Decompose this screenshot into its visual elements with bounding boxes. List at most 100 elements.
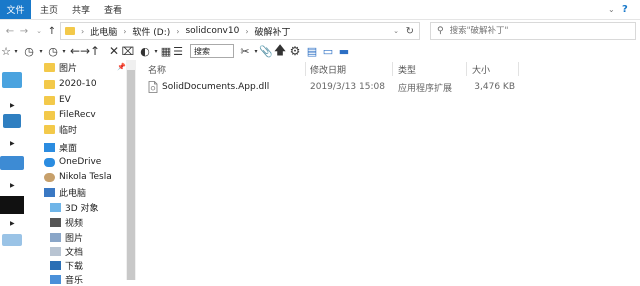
paperclip-icon[interactable]: 📎	[259, 44, 273, 58]
pin-icon[interactable]: 📌	[117, 63, 126, 71]
column-divider[interactable]	[305, 62, 306, 76]
dark-app-icon[interactable]	[0, 196, 24, 214]
column-header-size[interactable]: 大小	[472, 62, 490, 76]
dll-file-icon	[148, 80, 158, 94]
breadcrumb-drive[interactable]: 软件 (D:)	[132, 25, 170, 38]
app-icon-1[interactable]	[2, 72, 22, 88]
search-input[interactable]	[447, 25, 622, 37]
forward-arrow-icon[interactable]: →	[17, 23, 31, 39]
column-headers: 名称 修改日期 类型 大小	[140, 62, 640, 76]
preview-pane-icon[interactable]: ▭	[322, 44, 334, 58]
star-icon[interactable]: ☆	[0, 44, 12, 58]
nav-item-label: 视频	[65, 218, 84, 229]
scrollbar-thumb[interactable]	[127, 70, 135, 280]
nav-item-ev[interactable]: EV	[44, 93, 71, 107]
history-icon[interactable]: ◷	[22, 44, 36, 58]
refresh-icon[interactable]: ↻	[406, 26, 414, 37]
nav-item-thispc[interactable]: 此电脑	[44, 185, 86, 199]
breadcrumb-solidconv10[interactable]: solidconv10	[185, 26, 239, 36]
chevron-down-icon[interactable]: ⌄	[608, 0, 615, 19]
nav-item-3d-objects[interactable]: 3D 对象	[50, 200, 99, 214]
column-divider[interactable]	[518, 62, 519, 76]
details-view-icon[interactable]: ▤	[306, 44, 318, 58]
back-history-icon[interactable]: ◐	[138, 44, 152, 58]
scissors-icon[interactable]: ✂	[238, 44, 252, 58]
nav-item-music[interactable]: 音乐	[50, 272, 83, 286]
expand-arrow-icon[interactable]: ▶	[10, 182, 15, 189]
column-divider[interactable]	[392, 62, 393, 76]
nav-item-label: OneDrive	[59, 157, 102, 167]
column-divider[interactable]	[466, 62, 467, 76]
delete-box-icon[interactable]: ⌧	[122, 44, 135, 58]
nav-item-pictures[interactable]: 图片	[50, 230, 83, 244]
nav-item-label: 下载	[65, 261, 84, 272]
history-icon[interactable]: ◷	[46, 44, 60, 58]
gear-icon[interactable]: ⚙	[289, 44, 301, 58]
breadcrumb-separator-icon: ›	[123, 26, 127, 36]
chevron-down-icon[interactable]: ▾	[12, 44, 20, 58]
nav-item-2020-10[interactable]: 2020-10	[44, 77, 97, 91]
docked-app-strip: ▶ ▶ ▶ ▶	[0, 60, 26, 280]
folder-icon	[44, 124, 55, 134]
breadcrumb-separator-icon: ›	[245, 26, 249, 36]
nav-item-label: FileRecv	[59, 110, 96, 120]
nav-item-label: EV	[59, 95, 71, 105]
video-icon	[50, 217, 61, 227]
nav-scrollbar[interactable]	[126, 60, 136, 280]
expand-arrow-icon[interactable]: ▶	[10, 220, 15, 227]
forward-arrow-icon[interactable]: →	[80, 44, 90, 58]
up-arrow-icon[interactable]: ↑	[90, 44, 100, 58]
toolbar-search-field[interactable]: 搜索	[190, 44, 234, 58]
layout-icon[interactable]: ▬	[338, 44, 350, 58]
file-tab[interactable]: 文件	[0, 0, 31, 19]
nav-item-label: 桌面	[59, 143, 78, 154]
nav-item-downloads[interactable]: 下载	[50, 258, 83, 272]
folder-icon	[44, 110, 55, 120]
cut-x-icon[interactable]: ✕	[108, 44, 120, 58]
document-icon	[50, 246, 61, 256]
breadcrumb-current[interactable]: 破解补丁	[255, 25, 291, 38]
nav-item-label: 此电脑	[59, 188, 87, 199]
column-header-name[interactable]: 名称	[148, 62, 166, 76]
chevron-down-icon[interactable]: ▾	[60, 44, 68, 58]
monitor-icon[interactable]	[3, 114, 21, 128]
command-toolbar: ☆ ▾ ◷ ▾ ◷ ▾ ← → ↑ ✕ ⌧ ◐ ▾ ▦ ☰ 搜索 ✂ ▾ 📎 🡅…	[0, 42, 640, 60]
nav-item-label: 临时	[59, 125, 78, 136]
tab-home[interactable]: 主页	[40, 0, 58, 19]
grid-icon[interactable]: ▦	[160, 44, 172, 58]
up-arrow-icon[interactable]: ↑	[45, 23, 59, 39]
ribbon: 文件 主页 共享 查看 ⌄ ?	[0, 0, 640, 20]
tab-view[interactable]: 查看	[104, 0, 122, 19]
breadcrumb-thispc[interactable]: 此电脑	[90, 25, 117, 38]
address-dropdown-icon[interactable]: ⌄	[393, 27, 399, 35]
desktop-icon[interactable]	[0, 156, 24, 170]
chevron-down-icon[interactable]: ▾	[152, 44, 160, 58]
network-icon[interactable]	[2, 234, 22, 246]
breadcrumb-separator-icon: ›	[81, 26, 85, 36]
nav-item-temp[interactable]: 临时	[44, 122, 77, 136]
list-icon[interactable]: ☰	[172, 44, 184, 58]
nav-item-onedrive[interactable]: OneDrive	[44, 155, 101, 169]
recent-chevron-icon[interactable]: ⌄	[32, 23, 46, 39]
nav-item-pictures-pinned[interactable]: 图片 📌	[44, 60, 126, 74]
help-icon[interactable]: ?	[622, 0, 628, 19]
column-header-type[interactable]: 类型	[398, 62, 416, 76]
chevron-down-icon[interactable]: ▾	[37, 44, 45, 58]
search-box[interactable]: ⚲	[430, 22, 636, 40]
nav-item-videos[interactable]: 视频	[50, 215, 83, 229]
back-arrow-icon[interactable]: ←	[70, 44, 80, 58]
nav-item-documents[interactable]: 文档	[50, 244, 83, 258]
nav-item-filerecv[interactable]: FileRecv	[44, 108, 96, 122]
column-header-date[interactable]: 修改日期	[310, 62, 346, 76]
tab-share[interactable]: 共享	[72, 0, 90, 19]
nav-item-user[interactable]: Nikola Tesla	[44, 170, 112, 184]
upload-arrow-icon[interactable]: 🡅	[274, 43, 286, 58]
expand-arrow-icon[interactable]: ▶	[10, 102, 15, 109]
expand-arrow-icon[interactable]: ▶	[10, 140, 15, 147]
address-row: ← → ⌄ ↑ › 此电脑 › 软件 (D:) › solidconv10 › …	[0, 20, 640, 42]
nav-item-label: 音乐	[65, 275, 84, 286]
nav-item-desktop[interactable]: 桌面	[44, 140, 77, 154]
back-arrow-icon[interactable]: ←	[3, 23, 17, 39]
file-row[interactable]: SolidDocuments.App.dll 2019/3/13 15:08 应…	[145, 80, 525, 94]
address-bar[interactable]: › 此电脑 › 软件 (D:) › solidconv10 › 破解补丁 ⌄ ↻	[60, 22, 420, 40]
